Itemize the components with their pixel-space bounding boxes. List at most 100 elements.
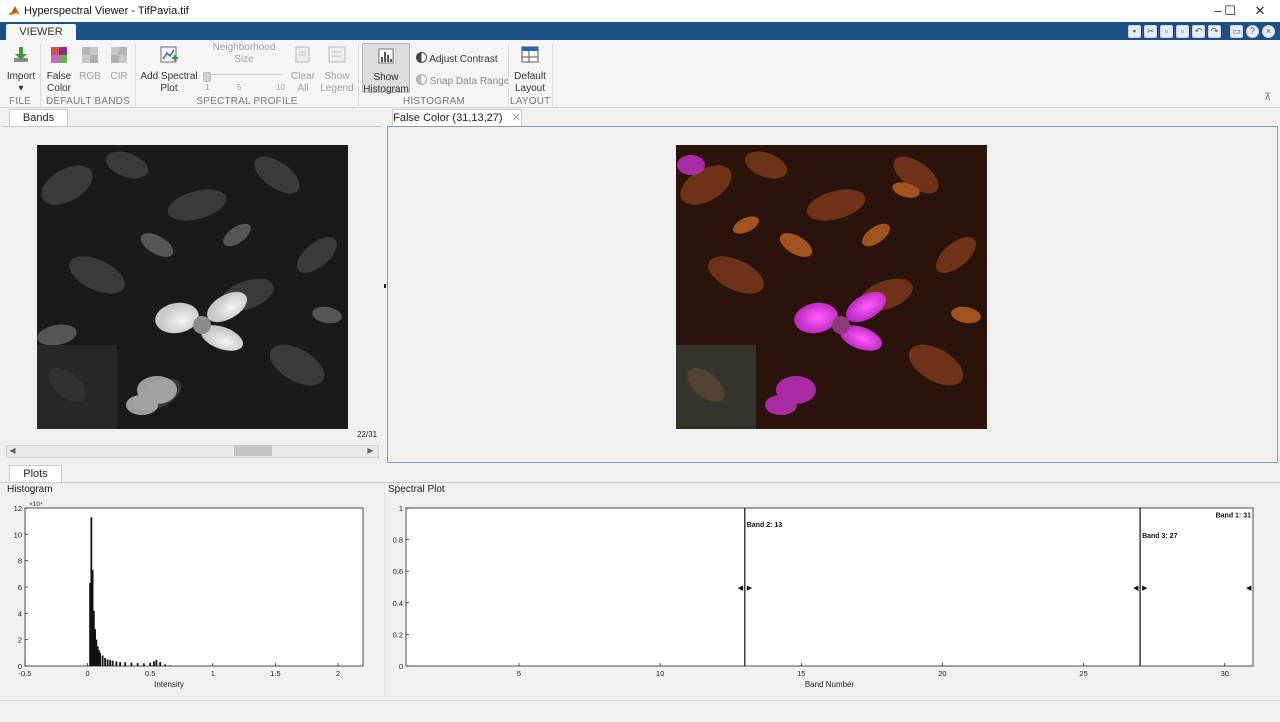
scroll-left-icon[interactable]: ◀ xyxy=(7,446,18,456)
y-tick-label: 6 xyxy=(18,583,22,592)
collapse-toolstrip-icon[interactable]: ⊼ xyxy=(1264,92,1271,103)
close-tab-icon[interactable]: ✕ xyxy=(512,112,521,124)
ribbon-tab-strip xyxy=(0,22,1280,40)
histogram-bar xyxy=(111,660,114,666)
undo-icon[interactable]: ↶ xyxy=(1192,25,1205,38)
y-exponent-label: ×10⁴ xyxy=(29,501,43,508)
band-scrollbar[interactable] xyxy=(6,445,379,458)
histogram-bar xyxy=(124,662,127,666)
save-icon[interactable]: ▪ xyxy=(1128,25,1141,38)
cir-button[interactable]: CIR xyxy=(105,46,133,83)
y-tick-label: 10 xyxy=(14,530,22,539)
band-marker-label: Band 1: 31 xyxy=(1216,512,1252,519)
false-color-image[interactable] xyxy=(676,145,987,429)
histogram-bar xyxy=(119,662,122,666)
close-window-button[interactable]: ✕ xyxy=(1240,0,1280,22)
title-bar: Hyperspectral Viewer - TifPavia.tif – ☐ … xyxy=(0,0,1280,22)
tab-false-color[interactable]: False Color (31,13,27) ✕ xyxy=(392,109,522,127)
divider xyxy=(135,44,136,106)
splitter-handle-icon[interactable] xyxy=(384,284,386,288)
import-icon xyxy=(14,47,28,62)
false-color-icon xyxy=(51,47,67,63)
tab-bands[interactable]: Bands xyxy=(9,109,68,127)
x-axis-label: Band Number xyxy=(805,680,855,689)
snap-data-range-button[interactable]: Snap Data Range xyxy=(416,74,509,87)
add-spectral-plot-button[interactable]: Add Spectral Plot xyxy=(139,46,199,95)
redo-icon[interactable]: ↷ xyxy=(1208,25,1221,38)
show-legend-button[interactable]: Show Legend xyxy=(320,46,354,95)
false-color-tab-label: False Color (31,13,27) xyxy=(393,112,503,124)
y-tick-label: 1 xyxy=(399,504,403,513)
histogram-bar xyxy=(104,658,107,666)
slider-tick-5: 5 xyxy=(237,83,242,92)
x-tick-label: 2 xyxy=(336,669,340,678)
close-toolstrip-icon[interactable]: × xyxy=(1262,25,1275,38)
cut-icon[interactable]: ✂ xyxy=(1144,25,1157,38)
adjust-contrast-button[interactable]: Adjust Contrast xyxy=(416,52,498,65)
add-spectral-label-2: Plot xyxy=(160,83,178,94)
marker-left-arrow-icon: ◀ xyxy=(1246,584,1252,592)
histogram-bar xyxy=(155,660,158,666)
x-tick-label: 30 xyxy=(1221,669,1229,678)
contrast-icon xyxy=(416,52,427,63)
snap-data-range-label: Snap Data Range xyxy=(429,76,510,87)
neighborhood-slider-track[interactable] xyxy=(206,74,282,80)
y-tick-label: 2 xyxy=(18,636,22,645)
band-scrollbar-thumb[interactable] xyxy=(234,445,272,456)
import-button[interactable]: Import ▾ xyxy=(4,46,38,95)
band-marker-label: Band 3: 27 xyxy=(1142,533,1178,540)
histogram-bar xyxy=(115,661,118,666)
layout-icon xyxy=(521,46,539,63)
slider-tick-10: 10 xyxy=(276,83,285,92)
y-tick-label: 0.8 xyxy=(393,536,403,545)
y-tick-label: 12 xyxy=(14,504,22,513)
default-layout-label-1: Default xyxy=(514,71,546,82)
histogram-chart[interactable]: -0.5 0 0.5 1 1.5 2024681012 ×10⁴Intensity xyxy=(0,492,380,698)
false-color-button[interactable]: False Color xyxy=(44,46,74,95)
histogram-bar xyxy=(153,661,155,666)
matlab-logo-icon xyxy=(8,6,20,15)
x-tick-label: 25 xyxy=(1079,669,1087,678)
show-histogram-button[interactable]: Show Histogram xyxy=(362,43,410,95)
section-label-default-bands: DEFAULT BANDS xyxy=(46,96,130,107)
rgb-button[interactable]: RGB xyxy=(76,46,104,83)
default-layout-button[interactable]: Default Layout xyxy=(512,46,548,95)
neighborhood-slider-thumb[interactable] xyxy=(203,72,211,82)
histogram-bar xyxy=(136,663,139,666)
x-tick-label: 1 xyxy=(211,669,215,678)
marker-left-arrow-icon: ◀ xyxy=(738,584,744,592)
cir-icon xyxy=(111,47,127,63)
tab-viewer[interactable]: VIEWER xyxy=(6,24,76,40)
marker-left-arrow-icon: ◀ xyxy=(1133,584,1139,592)
y-tick-label: 0 xyxy=(18,662,22,671)
section-label-histogram: HISTOGRAM xyxy=(402,96,466,107)
clear-all-label-1: Clear xyxy=(291,71,315,82)
histogram-bar xyxy=(164,664,167,666)
divider xyxy=(40,44,41,106)
paste-icon[interactable]: ▫ xyxy=(1176,25,1189,38)
x-tick-label: 15 xyxy=(797,669,805,678)
restore-layout-icon[interactable]: ▭ xyxy=(1230,25,1243,38)
x-tick-label: 1.5 xyxy=(270,669,280,678)
show-legend-label-1: Show xyxy=(324,71,350,82)
histogram-bar xyxy=(99,652,102,666)
neighborhood-label-1: Neighborhood xyxy=(212,42,276,53)
copy-icon[interactable]: ▫ xyxy=(1160,25,1173,38)
spectral-plot-chart[interactable]: 5 10 15 20 25 3000.20.40.60.81Band Number◀ ▶Ba… xyxy=(386,492,1276,698)
histogram-bar xyxy=(169,665,172,666)
help-icon[interactable]: ? xyxy=(1246,25,1259,38)
tab-plots[interactable]: Plots xyxy=(9,465,62,483)
x-tick-label: 5 xyxy=(517,669,521,678)
histogram-bar xyxy=(130,662,133,666)
clear-all-button[interactable]: Clear All xyxy=(288,46,318,95)
false-color-label-2: Color xyxy=(47,83,71,94)
band-index-label: 22/31 xyxy=(357,430,378,439)
false-color-label-1: False xyxy=(46,71,72,82)
slider-tick-1: 1 xyxy=(205,83,210,92)
neighborhood-label-2: Size xyxy=(234,54,254,65)
window-title: Hyperspectral Viewer - TifPavia.tif xyxy=(24,5,189,17)
scroll-right-icon[interactable]: ▶ xyxy=(365,446,376,456)
neighborhood-size-control: Neighborhood Size xyxy=(204,42,284,66)
band-grayscale-image[interactable] xyxy=(37,145,348,429)
y-tick-label: 0.2 xyxy=(393,630,403,639)
